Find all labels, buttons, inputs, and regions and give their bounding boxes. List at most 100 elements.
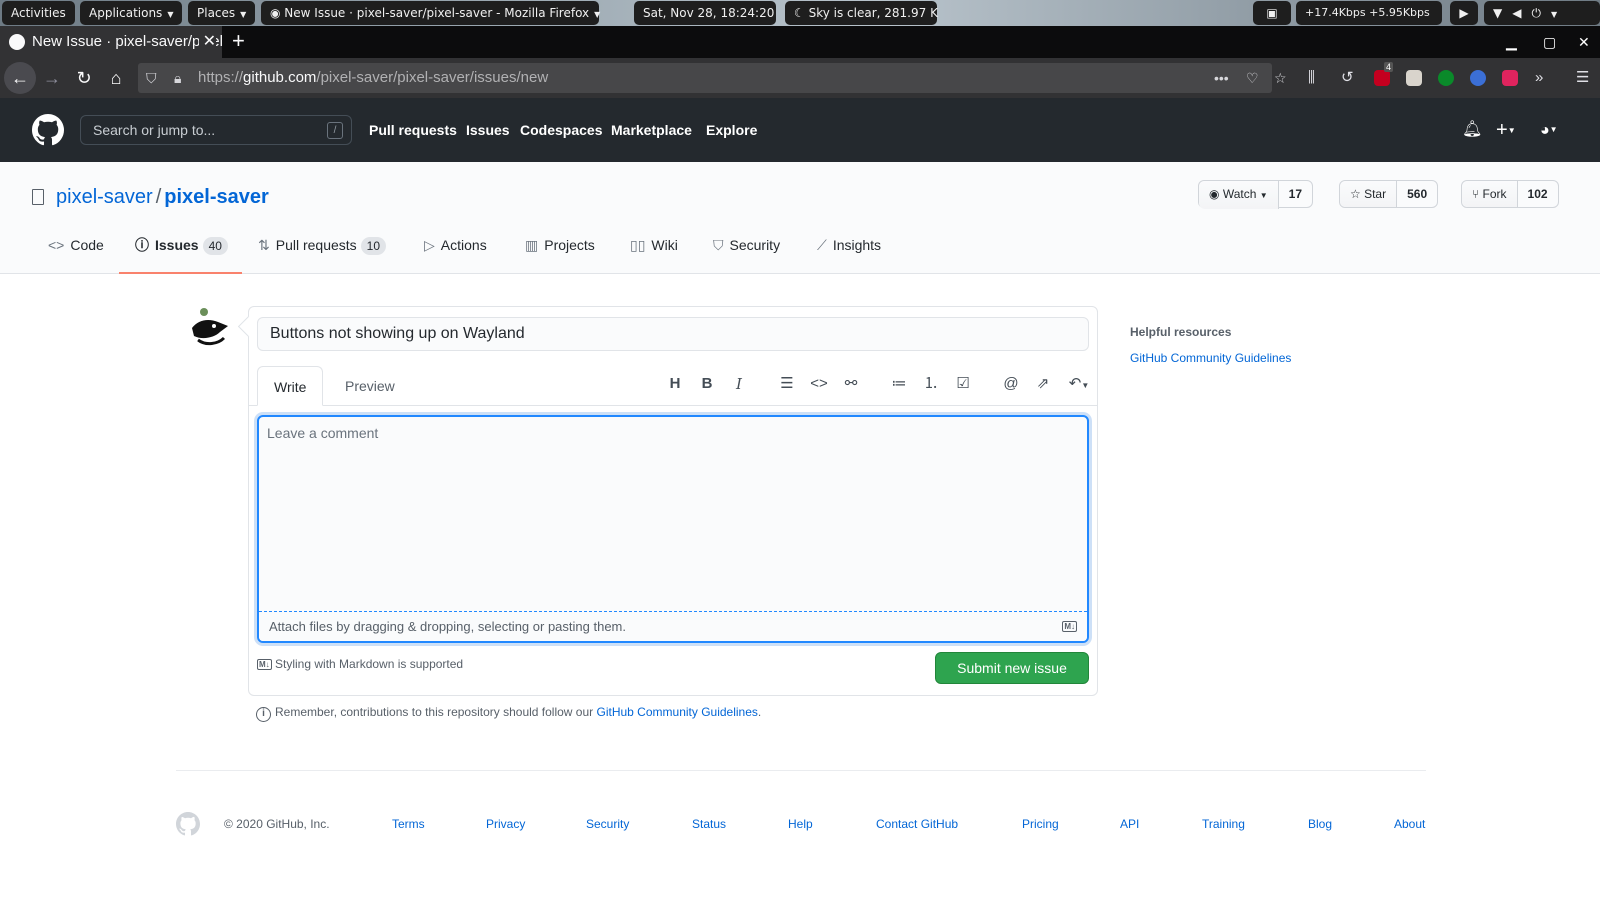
pocket-icon[interactable]: ♡ [1246, 63, 1259, 93]
applications-menu[interactable]: Applications ▼ [80, 1, 183, 25]
write-tab[interactable]: Write [257, 366, 324, 406]
tab-code[interactable]: <> Code [48, 228, 108, 274]
attach-files-area[interactable]: Attach files by dragging & dropping, sel… [259, 611, 1087, 641]
footer-link-status[interactable]: Status [692, 817, 726, 831]
history-icon[interactable]: ↺ [1341, 58, 1354, 98]
shield-icon[interactable]: ⛉ [146, 63, 157, 93]
watch-count[interactable]: 17 [1279, 181, 1312, 207]
tab-security[interactable]: ⛉ Security [713, 228, 780, 274]
browser-tab[interactable]: New Issue · pixel-saver/pixel-saver ✕ [0, 26, 222, 58]
user-avatar[interactable] [190, 306, 230, 346]
system-menu[interactable]: ▼◀⏻▼ [1484, 1, 1600, 25]
tab-wiki[interactable]: ▯▯ Wiki [630, 228, 678, 274]
library-icon[interactable]: ⫼ [1308, 58, 1315, 98]
notifications-bell-icon[interactable]: 🔔︎ [1462, 98, 1482, 162]
community-guidelines-link[interactable]: GitHub Community Guidelines [597, 705, 758, 719]
task-list-icon[interactable]: ☑ [951, 369, 975, 399]
star-button[interactable]: ☆ Star [1340, 181, 1398, 207]
comment-textarea[interactable]: Leave a comment Attach files by dragging… [257, 415, 1089, 643]
hamburger-menu-icon[interactable]: ☰ [1576, 58, 1589, 98]
footer-link-about[interactable]: About [1394, 817, 1425, 831]
star-icon: ☆ [1350, 187, 1365, 201]
clock[interactable]: Sat, Nov 28, 18:24:20 [634, 1, 776, 25]
footer-link-contact-github[interactable]: Contact GitHub [876, 817, 958, 831]
link-icon[interactable]: ⚯ [839, 369, 863, 399]
nav-issues[interactable]: Issues [466, 98, 510, 162]
issues-count-badge: 40 [202, 237, 228, 255]
watch-button[interactable]: ◉ Watch ▼ [1199, 181, 1279, 209]
nav-explore[interactable]: Explore [706, 98, 757, 162]
create-new-plus-icon[interactable]: +▼ [1496, 98, 1516, 163]
sidebar-guidelines-link[interactable]: GitHub Community Guidelines [1130, 351, 1291, 365]
submit-new-issue-button[interactable]: Submit new issue [935, 652, 1089, 684]
places-menu[interactable]: Places ▼ [188, 1, 256, 25]
tab-projects[interactable]: ▥ Projects [525, 228, 595, 274]
user-avatar-menu[interactable]: ◕▼ [1540, 98, 1558, 163]
quote-icon[interactable]: ☰ [775, 369, 799, 399]
footer-link-training[interactable]: Training [1202, 817, 1245, 831]
bookmark-star-icon[interactable]: ☆ [1274, 63, 1287, 93]
reload-button[interactable]: ↻ [68, 62, 100, 94]
preview-tab[interactable]: Preview [329, 366, 411, 406]
fork-label: Fork [1482, 187, 1507, 201]
tab-divider [249, 405, 1097, 406]
footer-link-help[interactable]: Help [788, 817, 813, 831]
heading-icon[interactable]: H [663, 369, 687, 399]
tab-actions[interactable]: ▷ Actions [424, 228, 487, 274]
repo-name-link[interactable]: pixel-saver [164, 186, 269, 208]
extension-green-icon[interactable] [1438, 70, 1454, 86]
minimize-button[interactable]: ▁ [1506, 26, 1517, 58]
extension-cloud-icon[interactable] [1406, 70, 1422, 86]
italic-icon[interactable]: I [727, 369, 751, 399]
footer-link-pricing[interactable]: Pricing [1022, 817, 1059, 831]
footer-link-security[interactable]: Security [586, 817, 629, 831]
url-bar[interactable]: ⛉ 🔒︎ https://github.com/pixel-saver/pixe… [138, 63, 1287, 93]
cross-reference-icon[interactable]: ⇗ [1031, 369, 1055, 399]
extension-red-icon[interactable] [1502, 70, 1518, 86]
footer-link-privacy[interactable]: Privacy [486, 817, 525, 831]
github-footer-logo-icon[interactable] [176, 812, 200, 836]
activities-button[interactable]: Activities [2, 1, 75, 25]
repo-owner-link[interactable]: pixel-saver [56, 186, 153, 208]
github-search-input[interactable]: Search or jump to... / [80, 115, 352, 145]
overflow-chevron-icon[interactable]: » [1535, 58, 1543, 98]
tab-issues[interactable]: ⓘ Issues 40 [119, 228, 242, 274]
lock-icon[interactable]: 🔒︎ [174, 63, 181, 93]
active-window-menu[interactable]: ◉ New Issue · pixel-saver/pixel-saver - … [261, 1, 600, 25]
tab-insights[interactable]: ⟋ Insights [817, 228, 881, 274]
nav-marketplace[interactable]: Marketplace [611, 98, 692, 162]
back-button[interactable]: ← [4, 62, 36, 94]
nav-pull-requests[interactable]: Pull requests [369, 98, 457, 162]
issue-title-input[interactable]: Buttons not showing up on Wayland [257, 317, 1089, 351]
net-speed-indicator[interactable]: +17.4Kbps +5.95Kbps [1296, 1, 1442, 25]
footer-link-terms[interactable]: Terms [392, 817, 425, 831]
markdown-supported-note[interactable]: M↓ Styling with Markdown is supported [257, 657, 463, 671]
bold-icon[interactable]: B [695, 369, 719, 399]
page-actions-icon[interactable]: ••• [1214, 63, 1229, 93]
star-count[interactable]: 560 [1397, 181, 1437, 207]
maximize-button[interactable]: ▢ [1543, 26, 1556, 58]
home-button[interactable]: ⌂ [100, 62, 132, 94]
new-tab-button[interactable]: + [232, 26, 245, 56]
extension-blue-icon[interactable] [1470, 70, 1486, 86]
mention-icon[interactable]: @ [999, 369, 1023, 399]
github-logo-icon[interactable] [32, 114, 64, 146]
footer-link-api[interactable]: API [1120, 817, 1139, 831]
saved-replies-icon[interactable]: ↶▼ [1063, 369, 1095, 399]
forward-button[interactable]: → [36, 62, 68, 94]
ublock-extension-icon[interactable] [1374, 70, 1390, 86]
nav-codespaces[interactable]: Codespaces [520, 98, 602, 162]
weather-indicator[interactable]: ☾ Sky is clear, 281.97 K [785, 1, 938, 25]
code-icon[interactable]: <> [807, 369, 831, 399]
play-icon: ▶ [1459, 6, 1469, 20]
footer-link-blog[interactable]: Blog [1308, 817, 1332, 831]
bulleted-list-icon[interactable]: ≔ [887, 369, 911, 399]
tab-pull-requests[interactable]: ⇅ Pull requests 10 [258, 228, 387, 274]
close-tab-icon[interactable]: ✕ [198, 26, 216, 58]
numbered-list-icon[interactable]: ⒈ [919, 369, 943, 399]
close-window-button[interactable]: ✕ [1578, 26, 1590, 58]
media-indicator[interactable]: ▶ [1450, 1, 1478, 25]
fork-count[interactable]: 102 [1518, 181, 1558, 207]
fork-button[interactable]: ⑂ Fork [1462, 181, 1518, 207]
workspace-indicator[interactable]: ▣ [1253, 1, 1291, 25]
